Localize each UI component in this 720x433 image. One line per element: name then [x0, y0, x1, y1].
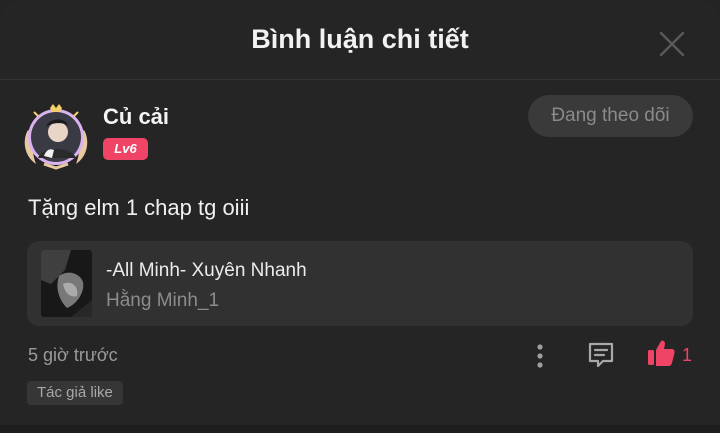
bottom-divider: [0, 425, 720, 433]
book-cover-image: [41, 250, 92, 317]
level-badge: Lv6: [103, 138, 148, 160]
book-card[interactable]: -All Minh- Xuyên Nhanh Hằng Minh_1: [27, 241, 693, 326]
close-icon: [659, 31, 685, 57]
avatar[interactable]: [20, 100, 92, 170]
more-options-button[interactable]: [528, 342, 552, 370]
book-title: -All Minh- Xuyên Nhanh: [106, 260, 307, 281]
comment-text: Tặng elm 1 chap tg oiii: [28, 195, 250, 220]
author-like-badge: Tác giả like: [27, 381, 123, 405]
header: Bình luận chi tiết: [0, 0, 720, 80]
thumbs-up-icon: [648, 340, 675, 366]
more-vertical-icon: [537, 344, 543, 368]
username[interactable]: Củ cải: [103, 104, 169, 130]
like-count: 1: [682, 345, 693, 365]
comment-icon: [588, 342, 614, 368]
close-button[interactable]: [656, 28, 688, 60]
comment-time: 5 giờ trước: [28, 345, 118, 365]
following-button[interactable]: Đang theo dõi: [528, 95, 693, 137]
comment-detail-sheet: Bình luận chi tiết Củ cải Lv6 Đang theo …: [0, 0, 720, 433]
reply-button[interactable]: [586, 340, 616, 370]
page-title: Bình luận chi tiết: [251, 24, 469, 54]
book-author: Hằng Minh_1: [106, 290, 220, 311]
